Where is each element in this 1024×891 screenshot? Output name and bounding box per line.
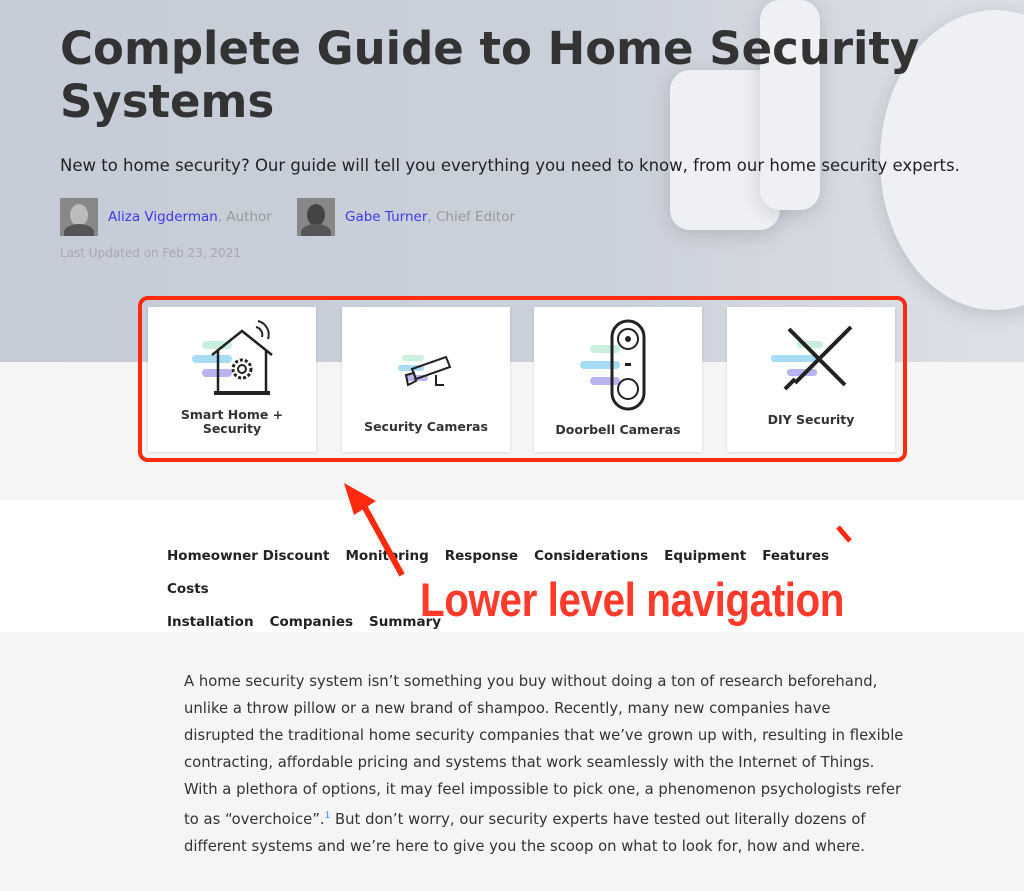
- author-role: , Author: [217, 209, 272, 225]
- annotation-highlight-box: [138, 296, 907, 462]
- author-byline: Aliza Vigderman, Author: [60, 198, 272, 236]
- page-subtitle: New to home security? Our guide will tel…: [60, 156, 960, 175]
- author-link[interactable]: Aliza Vigderman: [108, 209, 218, 225]
- last-updated: Last Updated on Feb 23, 2021: [60, 246, 241, 260]
- page-title: Complete Guide to Home Security Systems: [60, 22, 920, 128]
- annotation-arrow: [344, 483, 852, 577]
- intro-paragraph: A home security system isn’t something y…: [184, 668, 904, 860]
- editor-link[interactable]: Gabe Turner: [345, 209, 427, 225]
- avatar: [60, 198, 98, 236]
- subnav-link[interactable]: Companies: [270, 606, 353, 639]
- subnav-link[interactable]: Costs: [167, 573, 209, 606]
- editor-role: , Chief Editor: [427, 209, 516, 225]
- annotation-label: Lower level navigation: [420, 573, 845, 626]
- subnav-link[interactable]: Installation: [167, 606, 254, 639]
- editor-byline: Gabe Turner, Chief Editor: [297, 198, 515, 236]
- avatar: [297, 198, 335, 236]
- intro-text: A home security system isn’t something y…: [184, 673, 904, 828]
- subnav-link[interactable]: Homeowner Discount: [167, 540, 330, 573]
